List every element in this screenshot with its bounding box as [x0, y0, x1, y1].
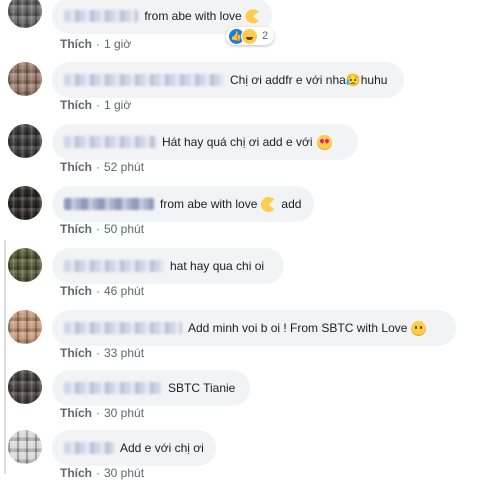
commenter-name[interactable] — [64, 74, 224, 86]
avatar[interactable] — [8, 0, 42, 28]
like-link[interactable]: Thích — [60, 98, 92, 112]
timestamp[interactable]: 52 phút — [104, 160, 144, 174]
comment-bubble: Hát hay quá chị ơi add e với — [52, 124, 358, 160]
pacman-emoji-icon — [245, 8, 261, 24]
reaction-count: 2 — [262, 30, 269, 42]
timestamp[interactable]: 1 giờ — [104, 37, 131, 51]
comment-text: from abe with love — [160, 197, 258, 211]
comment-text: from abe with love — [144, 9, 242, 23]
comment-meta: Thích · 1 giờ — [60, 98, 132, 112]
smiling-emoji-icon — [411, 320, 427, 336]
comment-bubble: Chị ơi addfr e với nha😥huhu — [52, 62, 404, 98]
avatar[interactable] — [8, 370, 42, 404]
timestamp[interactable]: 46 phút — [104, 284, 144, 298]
haha-reaction-icon — [241, 27, 258, 45]
timestamp[interactable]: 1 giờ — [104, 98, 131, 112]
timestamp[interactable]: 30 phút — [104, 466, 144, 480]
avatar[interactable] — [8, 248, 42, 282]
like-link[interactable]: Thích — [60, 222, 92, 236]
timestamp[interactable]: 50 phút — [104, 222, 144, 236]
commenter-name[interactable] — [64, 198, 154, 210]
comment-text: Add minh voi b oi ! From SBTC with Love — [188, 321, 408, 335]
comment-bubble: Add minh voi b oi ! From SBTC with Love — [52, 310, 456, 346]
comment-text: Chị ơi addfr e với nha😥huhu — [230, 73, 388, 87]
comment-text: Add e với chị ơi — [120, 441, 204, 455]
like-link[interactable]: Thích — [60, 346, 92, 360]
commenter-name[interactable] — [64, 10, 139, 22]
comment-meta: Thích · 52 phút — [60, 160, 145, 174]
avatar[interactable] — [8, 62, 42, 96]
pacman-emoji-icon — [261, 196, 277, 212]
timestamp[interactable]: 33 phút — [104, 346, 144, 360]
commenter-name[interactable] — [64, 136, 156, 148]
comment-bubble: Add e với chị ơi — [52, 430, 216, 466]
like-link[interactable]: Thích — [60, 160, 92, 174]
like-link[interactable]: Thích — [60, 466, 92, 480]
avatar[interactable] — [8, 124, 42, 158]
commenter-name[interactable] — [64, 442, 114, 454]
like-link[interactable]: Thích — [60, 37, 92, 51]
commenter-name[interactable] — [64, 322, 182, 334]
like-link[interactable]: Thích — [60, 284, 92, 298]
comment-text-suffix: add — [281, 197, 302, 211]
like-link[interactable]: Thích — [60, 406, 92, 420]
avatar[interactable] — [8, 430, 42, 464]
comment-meta: Thích · 1 giờ — [60, 37, 132, 51]
comment-meta: Thích · 33 phút — [60, 346, 145, 360]
comment-meta: Thích · 30 phút — [60, 466, 145, 480]
comment-text: hat hay qua chi oi — [170, 259, 265, 273]
timestamp[interactable]: 30 phút — [104, 406, 144, 420]
comment-bubble: from abe with love add — [52, 186, 314, 222]
heart-eyes-emoji-icon — [316, 134, 332, 150]
comment-text: Hát hay quá chị ơi add e với — [162, 135, 313, 149]
comment-bubble: hat hay qua chi oi — [52, 248, 284, 284]
comment-bubble: SBTC Tianie — [52, 370, 250, 406]
comment-meta: Thích · 30 phút — [60, 406, 145, 420]
comment-text: SBTC Tianie — [168, 381, 236, 395]
comment-meta: Thích · 46 phút — [60, 284, 145, 298]
avatar[interactable] — [8, 186, 42, 220]
reply-thread-line — [4, 240, 6, 474]
reaction-summary[interactable]: 👍 2 — [226, 27, 275, 45]
comment-meta: Thích · 50 phút — [60, 222, 145, 236]
commenter-name[interactable] — [64, 382, 162, 394]
avatar[interactable] — [8, 310, 42, 344]
commenter-name[interactable] — [64, 260, 164, 272]
